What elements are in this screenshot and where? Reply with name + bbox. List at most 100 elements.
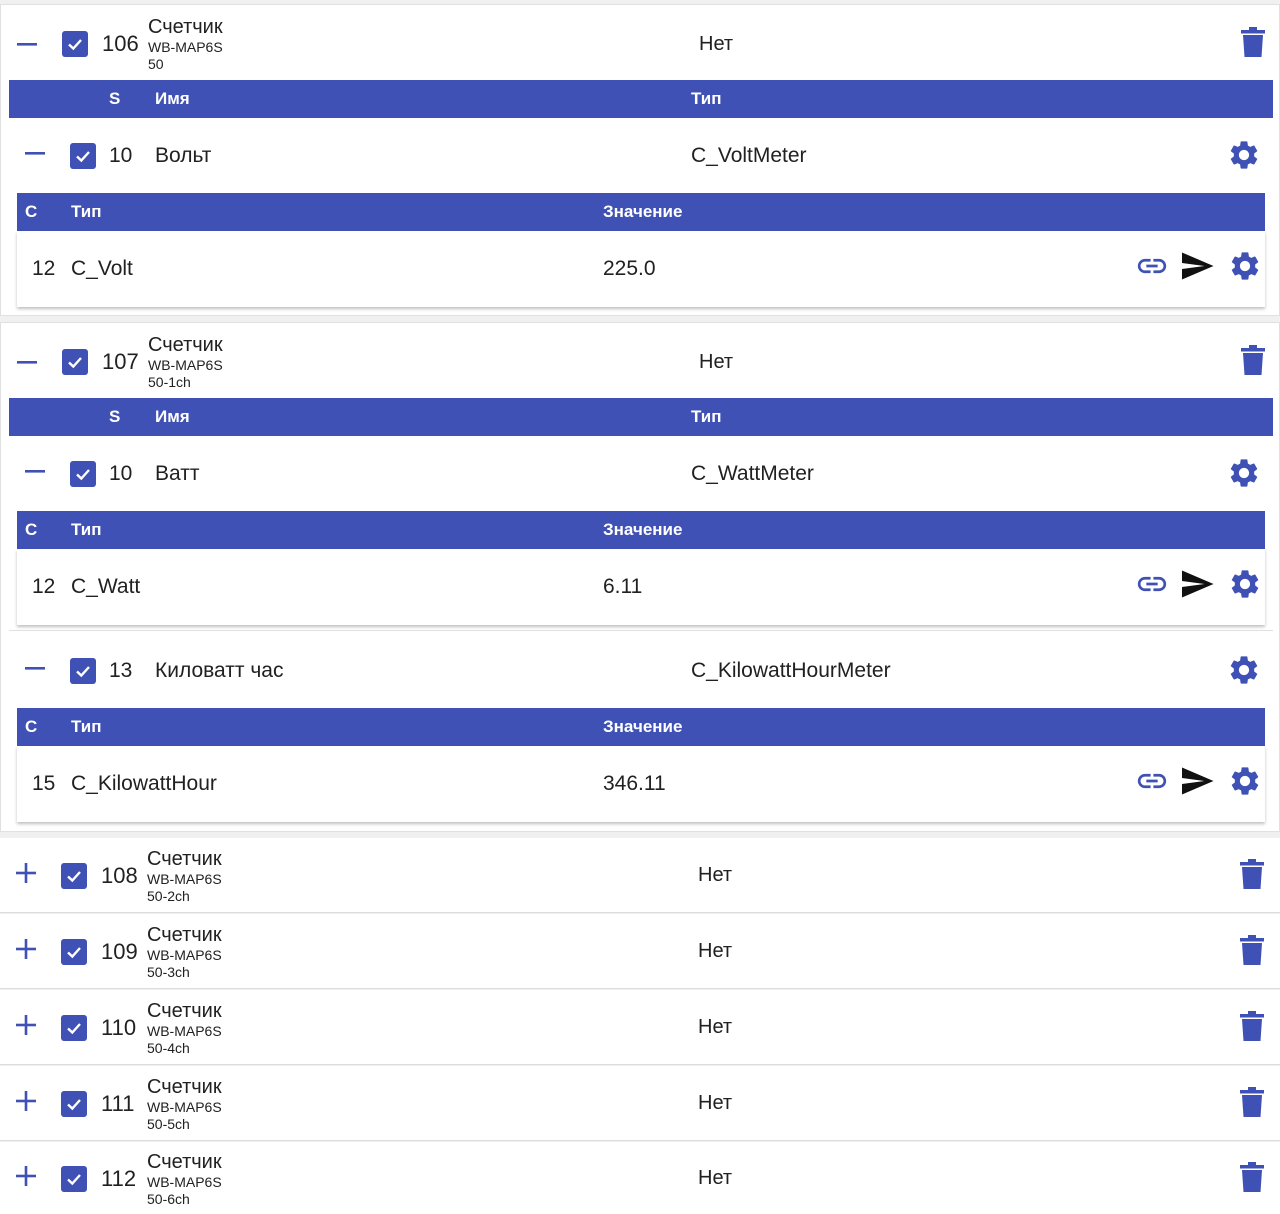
header-s: S — [109, 89, 121, 108]
device-checkbox[interactable] — [62, 31, 88, 57]
gear-icon[interactable] — [1227, 653, 1261, 687]
sensor-table-header: S Имя Тип — [9, 398, 1273, 436]
value-number: 346.11 — [603, 772, 666, 795]
device-row-110[interactable]: 110 Счетчик WB-MAP6S 50-4ch Нет — [0, 990, 1280, 1065]
sensor-row: 10 Вольт C_VoltMeter C Тип Значение 12 C… — [9, 118, 1273, 313]
value-table-header: C Тип Значение — [17, 708, 1265, 746]
value-type: C_Volt — [71, 257, 133, 280]
gear-icon[interactable] — [1227, 138, 1261, 172]
plus-icon[interactable] — [13, 936, 39, 962]
header-c: C — [25, 520, 38, 539]
sensor-id: 10 — [109, 144, 133, 167]
device-status: Нет — [698, 1092, 733, 1114]
header-value: Значение — [603, 717, 683, 736]
sensor-type: C_WattMeter — [691, 462, 814, 485]
device-card-106: 106 Счетчик WB-MAP6S 50 Нет S Имя Тип 10… — [0, 4, 1280, 316]
value-table-header: C Тип Значение — [17, 193, 1265, 231]
device-sub: 50-4ch — [147, 1040, 190, 1056]
trash-icon[interactable] — [1241, 27, 1265, 57]
plus-icon[interactable] — [13, 1088, 39, 1114]
device-row-109[interactable]: 109 Счетчик WB-MAP6S 50-3ch Нет — [0, 914, 1280, 989]
header-type: Тип — [691, 407, 722, 426]
collapse-icon[interactable] — [22, 140, 48, 166]
device-name: Счетчик — [147, 1151, 222, 1173]
device-name: Счетчик — [147, 1076, 222, 1098]
device-model: WB-MAP6S — [147, 1023, 222, 1039]
sensor-checkbox[interactable] — [70, 658, 96, 684]
value-c: 12 — [32, 575, 56, 598]
sensor-checkbox[interactable] — [70, 143, 96, 169]
value-number: 225.0 — [603, 257, 656, 280]
device-status: Нет — [699, 33, 734, 55]
device-card-107: 107 Счетчик WB-MAP6S 50-1ch Нет S Имя Ти… — [0, 322, 1280, 832]
device-name: Счетчик — [147, 848, 222, 870]
sensor-id: 10 — [109, 462, 133, 485]
sensor-checkbox[interactable] — [70, 461, 96, 487]
link-icon[interactable] — [1135, 249, 1169, 283]
device-checkbox[interactable] — [61, 1015, 87, 1041]
header-type: Тип — [691, 89, 722, 108]
device-id: 111 — [101, 1091, 135, 1116]
value-row: 12 C_Watt 6.11 — [17, 549, 1265, 625]
device-checkbox[interactable] — [61, 863, 87, 889]
device-status: Нет — [698, 1016, 733, 1038]
value-number: 6.11 — [603, 575, 643, 598]
device-sub: 50 — [148, 56, 164, 72]
device-model: WB-MAP6S — [147, 1099, 222, 1115]
trash-icon[interactable] — [1240, 1087, 1264, 1117]
device-status: Нет — [698, 940, 733, 962]
device-checkbox[interactable] — [61, 939, 87, 965]
device-status: Нет — [698, 864, 733, 886]
collapse-icon[interactable] — [14, 349, 40, 375]
device-id: 110 — [101, 1015, 137, 1040]
device-checkbox[interactable] — [61, 1166, 87, 1192]
device-sub: 50-2ch — [147, 888, 190, 904]
header-type: Тип — [71, 520, 102, 539]
link-icon[interactable] — [1135, 567, 1169, 601]
value-c: 15 — [32, 772, 56, 795]
device-id: 109 — [101, 939, 138, 964]
device-model: WB-MAP6S — [147, 1174, 222, 1190]
trash-icon[interactable] — [1240, 935, 1264, 965]
trash-icon[interactable] — [1240, 1011, 1264, 1041]
plus-icon[interactable] — [13, 1012, 39, 1038]
value-type: C_KilowattHour — [71, 772, 217, 795]
send-icon[interactable] — [1179, 566, 1215, 602]
device-row-108[interactable]: 108 Счетчик WB-MAP6S 50-2ch Нет — [0, 838, 1280, 913]
header-c: C — [25, 202, 38, 221]
trash-icon[interactable] — [1240, 859, 1264, 889]
sensor-name: Вольт — [155, 144, 212, 167]
device-id: 106 — [102, 31, 139, 56]
plus-icon[interactable] — [13, 1163, 39, 1189]
collapse-icon[interactable] — [22, 655, 48, 681]
collapse-icon[interactable] — [22, 458, 48, 484]
send-icon[interactable] — [1179, 248, 1215, 284]
device-model: WB-MAP6S — [147, 871, 222, 887]
link-icon[interactable] — [1135, 764, 1169, 798]
gear-icon[interactable] — [1227, 456, 1261, 490]
sensor-id: 13 — [109, 659, 133, 682]
device-name: Счетчик — [148, 334, 223, 356]
device-model: WB-MAP6S — [148, 357, 223, 373]
device-sub: 50-3ch — [147, 964, 190, 980]
collapse-icon[interactable] — [14, 31, 40, 57]
gear-icon[interactable] — [1228, 764, 1262, 798]
device-name: Счетчик — [148, 16, 223, 38]
send-icon[interactable] — [1179, 763, 1215, 799]
device-sub: 50-1ch — [148, 374, 191, 390]
device-row-111[interactable]: 111 Счетчик WB-MAP6S 50-5ch Нет — [0, 1066, 1280, 1141]
device-checkbox[interactable] — [61, 1091, 87, 1117]
device-name: Счетчик — [147, 1000, 222, 1022]
gear-icon[interactable] — [1228, 567, 1262, 601]
sensor-row: 13 Киловатт час C_KilowattHourMeter C Ти… — [9, 633, 1273, 827]
device-sub: 50-5ch — [147, 1116, 190, 1132]
trash-icon[interactable] — [1240, 1162, 1264, 1192]
sensor-row: 10 Ватт C_WattMeter C Тип Значение 12 C_… — [9, 436, 1273, 631]
trash-icon[interactable] — [1241, 345, 1265, 375]
device-checkbox[interactable] — [62, 349, 88, 375]
device-row-112[interactable]: 112 Счетчик WB-MAP6S 50-6ch Нет — [0, 1142, 1280, 1214]
plus-icon[interactable] — [13, 860, 39, 886]
gear-icon[interactable] — [1228, 249, 1262, 283]
device-id: 108 — [101, 863, 138, 888]
device-model: WB-MAP6S — [148, 39, 223, 55]
